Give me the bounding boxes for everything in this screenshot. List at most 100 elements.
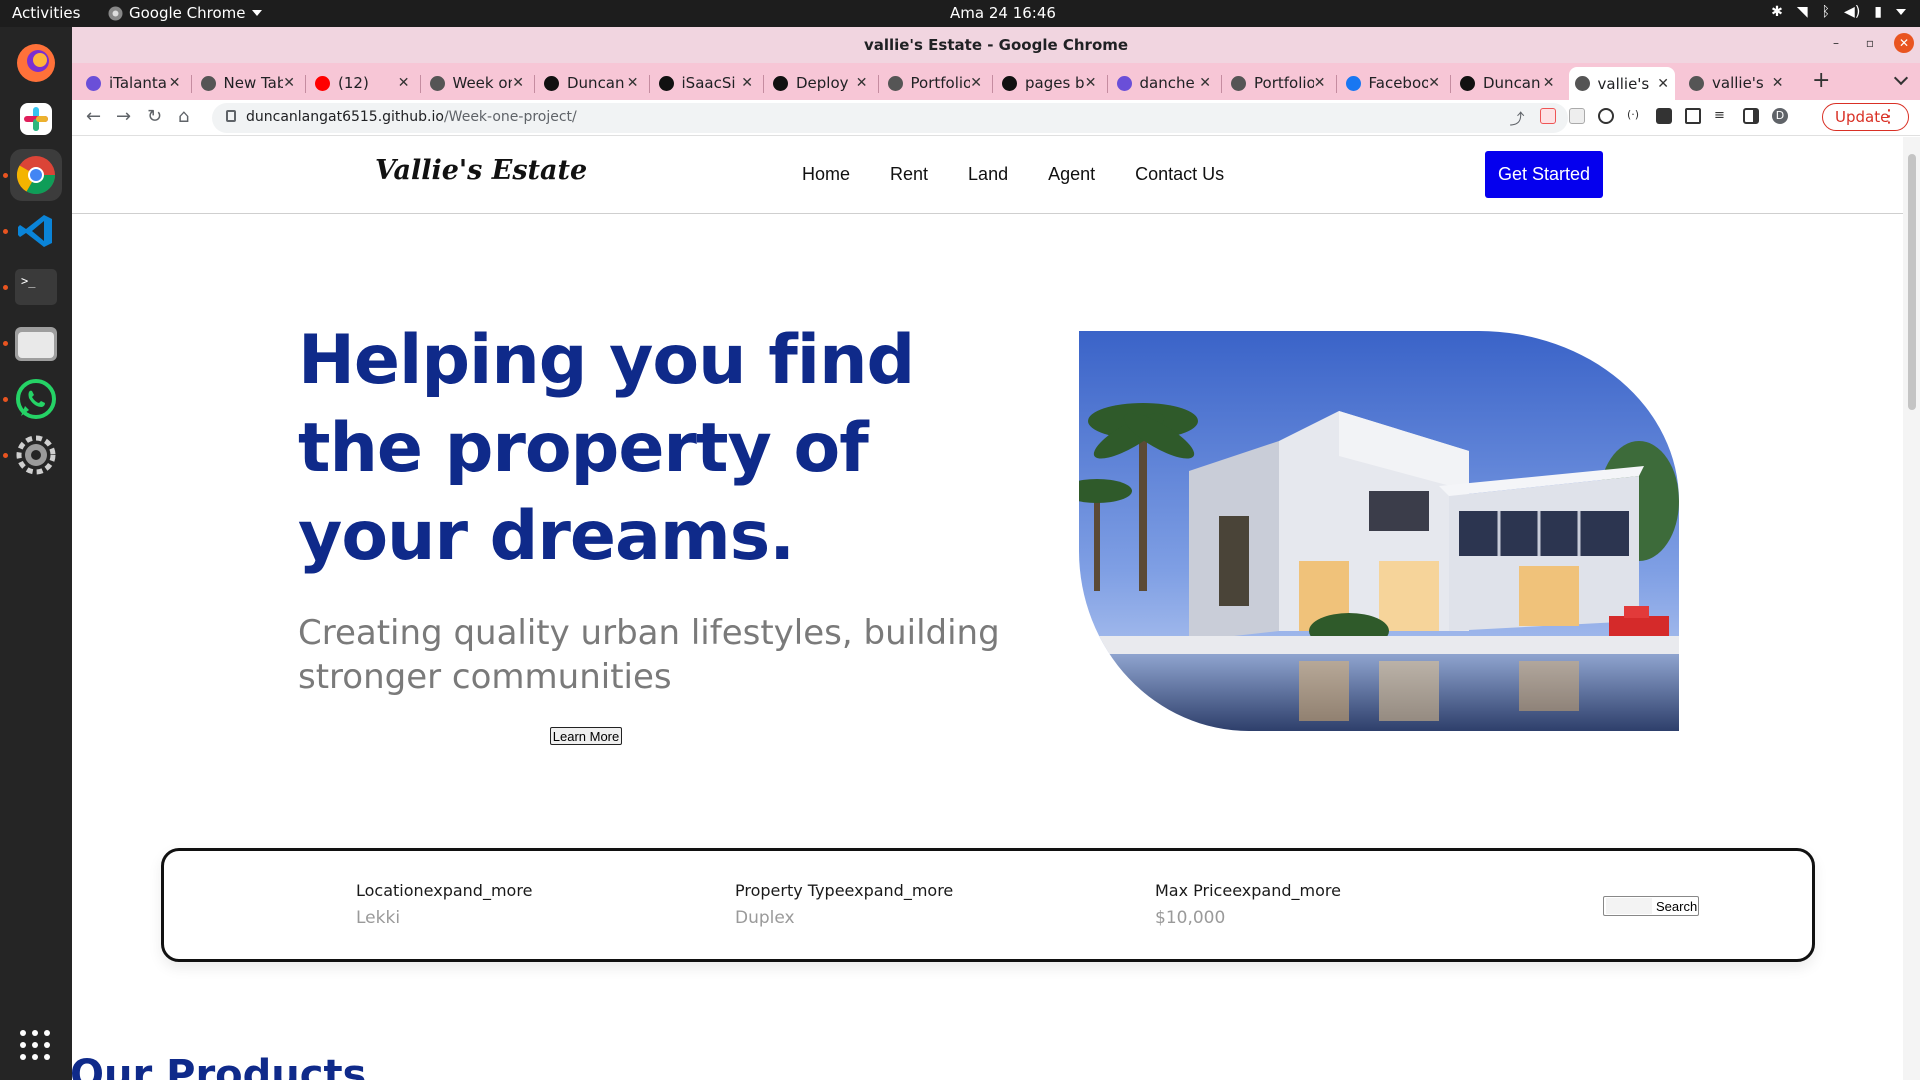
browser-tab[interactable]: vallie's ✕	[1568, 67, 1675, 100]
tab-close-icon[interactable]: ✕	[970, 75, 982, 91]
browser-tab[interactable]: danche ✕	[1111, 69, 1218, 97]
tab-close-icon[interactable]: ✕	[283, 75, 295, 91]
browser-tab[interactable]: pages b ✕	[996, 69, 1103, 97]
max-price-filter[interactable]: Max Priceexpand_more $10,000	[1155, 881, 1341, 928]
tab-close-icon[interactable]: ✕	[1543, 75, 1555, 91]
browser-tab[interactable]: iSaacSi ✕	[653, 69, 760, 97]
tab-close-icon[interactable]: ✕	[1657, 76, 1669, 92]
nav-rent[interactable]: Rent	[890, 164, 928, 185]
extension-square-icon[interactable]	[1569, 108, 1585, 124]
nav-land[interactable]: Land	[968, 164, 1008, 185]
close-icon[interactable]: ✕	[1894, 33, 1914, 53]
hero-subtitle: Creating quality urban lifestyles, build…	[298, 613, 1000, 697]
gear-icon	[16, 435, 56, 475]
reload-icon[interactable]: ↻	[147, 106, 162, 127]
minimize-icon[interactable]: –	[1826, 33, 1846, 53]
share-icon[interactable]: ⤴	[1510, 108, 1525, 129]
learn-more-button[interactable]: Learn More	[550, 727, 622, 745]
get-started-button[interactable]: Get Started	[1485, 151, 1603, 198]
new-tab-icon[interactable]: +	[1812, 68, 1830, 93]
files-launcher[interactable]	[3, 317, 62, 369]
browser-tab[interactable]: (12) ✕	[309, 69, 416, 97]
tab-title: (12)	[338, 74, 369, 92]
tab-close-icon[interactable]: ✕	[169, 75, 181, 91]
browser-tab[interactable]: Duncan ✕	[538, 69, 645, 97]
cast-icon[interactable]	[1685, 108, 1701, 124]
max-price-value: $10,000	[1155, 908, 1226, 928]
tab-separator	[648, 75, 650, 93]
profile-avatar[interactable]: D	[1772, 108, 1788, 124]
extensions-puzzle-icon[interactable]	[1656, 108, 1672, 124]
firefox-launcher[interactable]	[10, 37, 62, 89]
settings-launcher[interactable]	[3, 429, 62, 481]
browser-tab[interactable]: New Tab ✕	[195, 69, 302, 97]
whatsapp-launcher[interactable]	[3, 373, 62, 425]
property-type-filter[interactable]: Property Typeexpand_more Duplex	[735, 881, 953, 928]
document-icon	[86, 75, 101, 91]
search-button[interactable]: Search	[1656, 899, 1697, 914]
tab-close-icon[interactable]: ✕	[741, 75, 753, 91]
scrollbar-thumb[interactable]	[1908, 154, 1916, 410]
browser-tab[interactable]: Facebook✕	[1340, 69, 1447, 97]
system-top-bar: Activities Google Chrome Ama 24 16:46 ✱ …	[0, 0, 1920, 27]
back-icon[interactable]: ←	[86, 106, 101, 127]
app-menu[interactable]: Google Chrome	[108, 4, 262, 22]
tab-close-icon[interactable]: ✕	[1199, 75, 1211, 91]
browser-tab[interactable]: vallie's ✕	[1683, 69, 1790, 97]
browser-tab[interactable]: Duncan ✕	[1454, 69, 1561, 97]
browser-tab[interactable]: Portfolio ✕	[1225, 69, 1332, 97]
nav-agent[interactable]: Agent	[1048, 164, 1095, 185]
search-control: Search	[1603, 896, 1699, 916]
chrome-icon	[16, 156, 56, 195]
update-button[interactable]: Update ⋮	[1822, 103, 1909, 131]
extension-video-icon[interactable]	[1540, 108, 1556, 124]
location-filter[interactable]: Locationexpand_more Lekki	[356, 881, 532, 928]
tab-close-icon[interactable]: ✕	[512, 75, 524, 91]
terminal-launcher[interactable]: >_	[3, 261, 62, 313]
tab-close-icon[interactable]: ✕	[1428, 75, 1440, 91]
tab-close-icon[interactable]: ✕	[1772, 75, 1784, 91]
reading-list-icon[interactable]: ≡	[1714, 108, 1730, 124]
vscode-launcher[interactable]	[3, 205, 62, 257]
address-bar[interactable]: duncanlangat6515.github.io/Week-one-proj…	[212, 103, 1568, 133]
browser-tab[interactable]: Week one✕	[424, 69, 531, 97]
activities-button[interactable]: Activities	[12, 4, 80, 22]
site-logo[interactable]: Vallie's Estate	[375, 155, 587, 186]
tab-strip: iTalanta✕New Tab✕(12)✕Week one✕Duncan✕iS…	[72, 63, 1920, 100]
extension-sync-icon[interactable]	[1598, 108, 1614, 124]
folder-icon	[15, 327, 57, 361]
browser-tab[interactable]: Deploy ✕	[767, 69, 874, 97]
globe-icon	[1689, 75, 1704, 91]
system-tray[interactable]: ✱ ◥ ᛒ ◀) ▮	[1771, 4, 1906, 20]
tab-title: iTalanta	[109, 74, 167, 92]
whatsapp-icon	[16, 379, 56, 419]
browser-toolbar: ← → ↻ ⌂ duncanlangat6515.github.io/Week-…	[72, 100, 1920, 136]
show-applications-icon[interactable]	[20, 1030, 50, 1060]
hashnode-icon	[1116, 75, 1132, 91]
nav-home[interactable]: Home	[802, 164, 850, 185]
more-menu-icon[interactable]: ⋮	[1880, 106, 1898, 127]
chrome-launcher[interactable]	[3, 149, 62, 201]
tab-close-icon[interactable]: ✕	[627, 75, 639, 91]
extension-broadcast-icon[interactable]: (·)	[1627, 108, 1643, 124]
browser-tab[interactable]: Portfolio ✕	[882, 69, 989, 97]
browser-tab[interactable]: iTalanta ✕	[80, 69, 187, 97]
tab-close-icon[interactable]: ✕	[1085, 75, 1097, 91]
tab-separator	[1450, 75, 1451, 93]
page-scrollbar[interactable]	[1903, 137, 1920, 1080]
side-panel-icon[interactable]	[1743, 108, 1759, 124]
maximize-icon[interactable]: ▫	[1860, 33, 1880, 53]
lock-icon	[226, 110, 236, 122]
tab-close-icon[interactable]: ✕	[1314, 75, 1326, 91]
tab-close-icon[interactable]: ✕	[856, 75, 868, 91]
tab-close-icon[interactable]: ✕	[398, 75, 410, 91]
clock[interactable]: Ama 24 16:46	[950, 4, 1056, 22]
nav-contact-us[interactable]: Contact Us	[1135, 164, 1224, 185]
home-icon[interactable]: ⌂	[178, 106, 189, 127]
slack-launcher[interactable]	[10, 93, 62, 145]
forward-icon[interactable]: →	[116, 106, 131, 127]
slack-tray-icon: ✱	[1771, 4, 1783, 20]
search-input[interactable]	[1606, 898, 1652, 914]
github-icon	[773, 75, 788, 91]
firefox-icon	[17, 44, 55, 82]
